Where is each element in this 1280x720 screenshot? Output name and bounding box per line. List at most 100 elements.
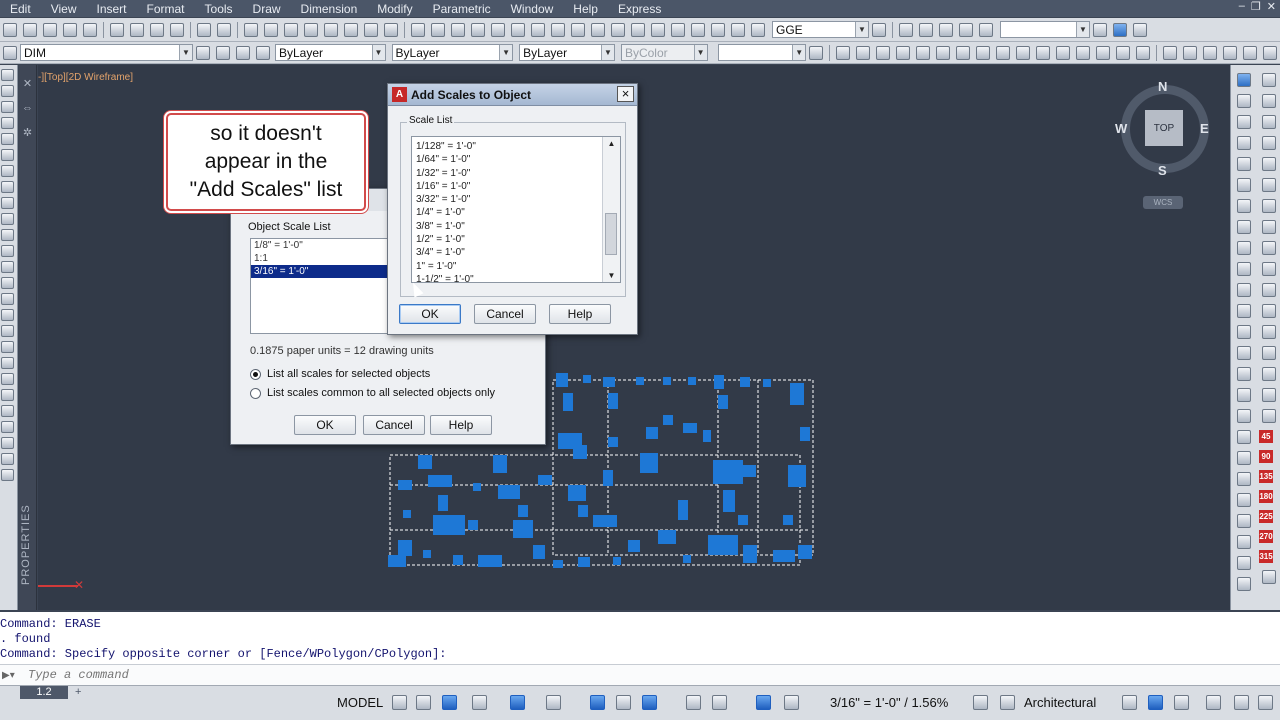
fillet-icon[interactable] [1116, 45, 1131, 60]
menu-draw[interactable]: Draw [243, 2, 291, 16]
properties-palette-collapsed[interactable]: ✕ ⇔ ✲ PROPERTIES [19, 65, 37, 610]
menu-modify[interactable]: Modify [367, 2, 422, 16]
copy-side-icon[interactable] [1, 405, 14, 417]
undo-icon[interactable] [197, 22, 211, 37]
workspace-icon[interactable] [1113, 22, 1127, 37]
break-icon[interactable] [631, 22, 645, 37]
settings-icon[interactable] [1133, 22, 1147, 37]
chevron-down-icon[interactable]: ▼ [600, 45, 614, 60]
ellipse-arc-icon[interactable] [1, 229, 14, 241]
layer-iso-icon[interactable] [255, 45, 270, 60]
annotation-combo[interactable]: ▼ [717, 44, 807, 61]
point-icon[interactable] [1, 277, 14, 289]
menu-tools[interactable]: Tools [195, 2, 243, 16]
workspace-switch-icon[interactable] [973, 695, 988, 710]
snap-angle-icon[interactable] [1237, 409, 1251, 423]
erase-side-icon[interactable] [1, 389, 14, 401]
quick-dim-icon[interactable] [551, 22, 565, 37]
insert-block-icon[interactable] [1, 245, 14, 257]
help-button[interactable]: Help [549, 304, 611, 324]
hatch-icon[interactable] [1, 293, 14, 305]
zoom-window-icon[interactable] [284, 22, 298, 37]
wcs-menu[interactable]: WCS [1143, 196, 1183, 209]
angle-315-label[interactable]: 315 [1259, 550, 1273, 563]
zoom-out-icon[interactable] [1262, 157, 1276, 171]
snap-intersection-icon[interactable] [1262, 367, 1276, 381]
menu-edit[interactable]: Edit [0, 2, 41, 16]
zoom-previous-icon[interactable] [304, 22, 318, 37]
mleader-style-combo[interactable]: ▼ [1000, 21, 1090, 38]
list-item[interactable]: 1" = 1'-0" [412, 260, 604, 273]
angle-270-label[interactable]: 270 [1259, 530, 1273, 543]
grid-icon[interactable] [392, 695, 407, 710]
space-icon[interactable] [611, 22, 625, 37]
aligned-dim-icon[interactable] [431, 22, 445, 37]
angle-135-label[interactable]: 135 [1259, 470, 1273, 483]
mleader-icon[interactable] [899, 22, 913, 37]
view-icon[interactable] [1237, 94, 1251, 108]
lineweight-toggle-icon[interactable] [642, 695, 657, 710]
align-leader-icon[interactable] [959, 22, 973, 37]
scale-icon[interactable] [976, 45, 991, 60]
view-front-icon[interactable] [1237, 115, 1251, 129]
snap-mode-icon[interactable] [416, 695, 431, 710]
osnap-icon[interactable] [616, 695, 631, 710]
snap-quadrant-icon[interactable] [1262, 346, 1276, 360]
zoom-extents-icon[interactable] [1262, 94, 1276, 108]
move-side-icon[interactable] [1, 469, 14, 481]
angle-180-label[interactable]: 180 [1259, 490, 1273, 503]
polar-tracking-icon[interactable] [510, 695, 525, 710]
mirror-icon[interactable] [876, 45, 891, 60]
send-back-icon[interactable] [1203, 45, 1217, 60]
view-iso-icon[interactable] [1237, 199, 1251, 213]
list-item[interactable]: 3/8" = 1'-0" [412, 220, 604, 233]
snap-node-icon[interactable] [1262, 325, 1276, 339]
list-item[interactable]: 1/4" = 1'-0" [412, 206, 604, 219]
dim-style-combo[interactable]: GGE ▼ [772, 21, 869, 38]
construction-line-icon[interactable] [1, 85, 14, 97]
ordinate-icon[interactable] [471, 22, 485, 37]
offset-side-icon[interactable] [1, 437, 14, 449]
trim-icon[interactable] [1016, 45, 1031, 60]
make-current-icon[interactable] [195, 45, 210, 60]
gradient-icon[interactable] [1, 309, 14, 321]
layer-combo[interactable]: DIM ▼ [20, 44, 193, 61]
restore-icon[interactable]: ❐ [1251, 0, 1261, 13]
ucs-object-icon[interactable] [1237, 472, 1251, 486]
scroll-thumb[interactable] [605, 213, 617, 255]
ucs-icon[interactable] [1237, 430, 1251, 444]
cut-icon[interactable] [110, 22, 124, 37]
continue-icon[interactable] [591, 22, 605, 37]
clean-screen-icon[interactable] [1206, 695, 1221, 710]
light-icon[interactable] [1237, 304, 1251, 318]
isolate-objects-icon[interactable] [1148, 695, 1163, 710]
minimize-icon[interactable]: – [1239, 0, 1245, 13]
autohide-icon[interactable]: ⇔ [19, 102, 36, 114]
snap-settings-icon[interactable] [1262, 570, 1276, 584]
object-scale-list[interactable]: 1/8" = 1'-0" 1:1 3/16" = 1'-0" [250, 238, 390, 334]
viewcube-top-face[interactable]: TOP [1145, 110, 1183, 146]
explode-icon[interactable] [1136, 45, 1151, 60]
snap-center-icon[interactable] [1262, 304, 1276, 318]
new-icon[interactable] [3, 22, 17, 37]
autoscale-icon[interactable] [784, 695, 799, 710]
zoom-center-icon[interactable] [1262, 220, 1276, 234]
ucs-world-icon[interactable] [1237, 451, 1251, 465]
list-item[interactable]: 1/64" = 1'-0" [412, 153, 604, 166]
spline-icon[interactable] [1, 197, 14, 209]
menu-window[interactable]: Window [501, 2, 564, 16]
linetype-combo[interactable]: ByLayer ▼ [391, 44, 514, 61]
jogged-icon[interactable] [711, 22, 725, 37]
chevron-down-icon[interactable]: ▼ [371, 45, 385, 60]
command-input[interactable] [28, 668, 428, 682]
circle-icon[interactable] [1, 165, 14, 177]
list-item[interactable]: 1/2" = 1'-0" [412, 233, 604, 246]
dim-edit-icon[interactable] [731, 22, 745, 37]
leaders-front-icon[interactable] [1263, 45, 1277, 60]
snap-midpoint-icon[interactable] [1262, 283, 1276, 297]
radio-button[interactable] [250, 387, 261, 399]
copy-icon[interactable] [130, 22, 144, 37]
scroll-down-icon[interactable]: ▼ [603, 271, 620, 280]
arc-length-icon[interactable] [451, 22, 465, 37]
menu-parametric[interactable]: Parametric [423, 2, 501, 16]
